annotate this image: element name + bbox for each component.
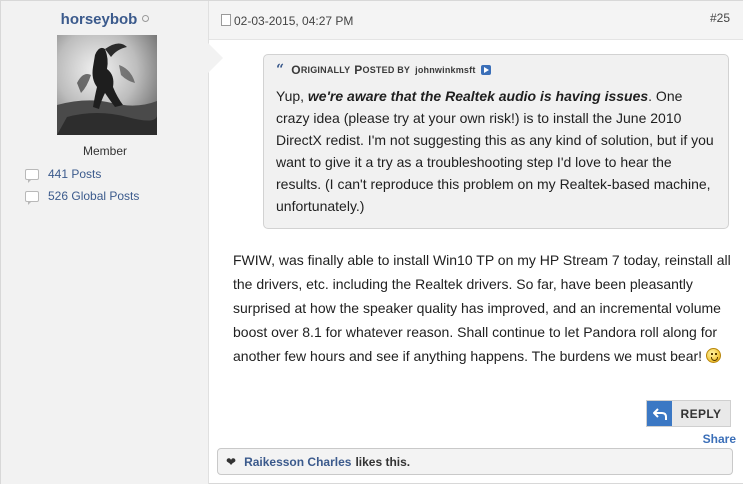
post-message: FWIW, was finally able to install Win10 … <box>233 248 733 368</box>
likes-bar: ❤ Raikesson Charles likes this. <box>217 448 733 475</box>
username-link[interactable]: horseybob <box>61 11 138 28</box>
post-count-icon <box>25 168 39 183</box>
quote-text-part: Yup, <box>276 88 308 104</box>
quote-emphasis: we're aware that the Realtek audio is ha… <box>307 88 649 104</box>
post-header: 02-03-2015, 04:27 PM #25 <box>209 1 743 40</box>
post-count-label: 441 Posts <box>48 167 102 181</box>
global-post-count-label: 526 Global Posts <box>48 189 140 203</box>
quote-header-text: O <box>291 63 301 77</box>
quote-header-text: riginally <box>300 65 351 75</box>
document-icon <box>221 14 231 26</box>
quote-author: johnwinkmsft <box>415 65 476 75</box>
heart-icon: ❤ <box>226 454 237 469</box>
reply-button-label: REPLY <box>680 406 722 421</box>
reply-button[interactable]: REPLY <box>646 400 731 427</box>
post-number-link[interactable]: #25 <box>710 11 730 25</box>
go-to-post-icon[interactable] <box>480 65 491 75</box>
avatar[interactable] <box>57 35 157 135</box>
smiley-icon <box>706 348 722 363</box>
post-date: 02-03-2015, 04:27 PM <box>234 14 354 28</box>
likes-text: likes this. <box>355 454 411 469</box>
user-info-column: horseybob Member 441 Posts 526 Global Po… <box>1 1 209 484</box>
quote-text-part: . One crazy idea (please try at your own… <box>276 88 714 214</box>
quote-icon: “ <box>276 62 285 78</box>
quote-header-text: osted by <box>362 65 411 75</box>
username-row: horseybob <box>1 11 209 29</box>
forum-post: horseybob Member 441 Posts 526 Global Po… <box>0 0 743 484</box>
post-pointer <box>208 43 223 73</box>
quote-text: Yup, we're aware that the Realtek audio … <box>276 85 716 217</box>
liker-link[interactable]: Raikesson Charles <box>244 455 351 469</box>
post-count-icon <box>25 190 39 205</box>
share-link[interactable]: Share <box>703 432 736 446</box>
quote-header: “ Originally Posted by johnwinkmsft <box>276 62 491 78</box>
quote-block: “ Originally Posted by johnwinkmsft Yup,… <box>263 54 729 229</box>
global-post-count[interactable]: 526 Global Posts <box>25 189 140 205</box>
reply-arrow-icon <box>647 401 672 426</box>
online-status-icon <box>142 15 150 22</box>
post-count[interactable]: 441 Posts <box>25 167 102 183</box>
quote-header-text: P <box>354 63 363 77</box>
avatar-image <box>57 35 157 135</box>
user-title: Member <box>82 144 127 158</box>
post-message-text: FWIW, was finally able to install Win10 … <box>233 252 731 364</box>
